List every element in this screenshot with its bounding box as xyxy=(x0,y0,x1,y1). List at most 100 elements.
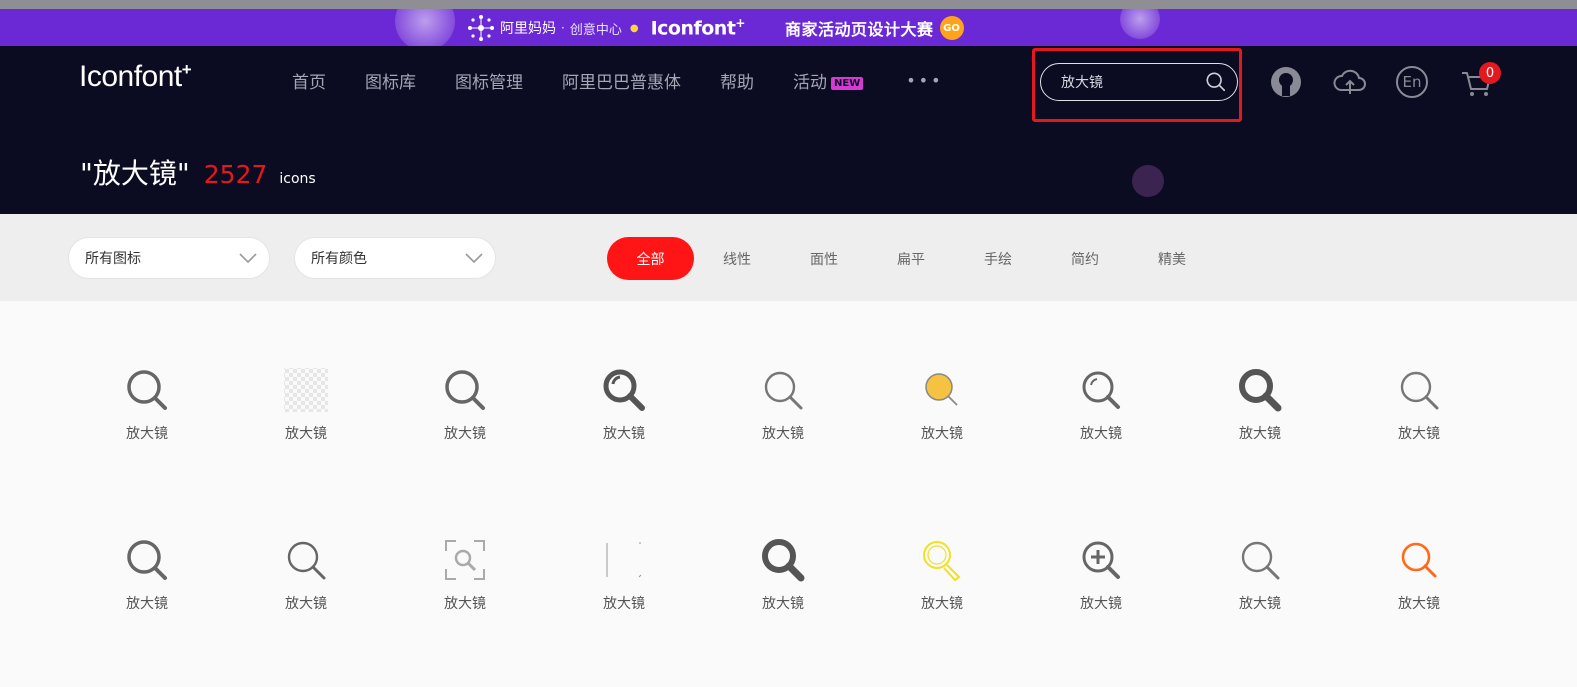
decorative-orb xyxy=(1132,165,1164,197)
banner-go-button[interactable]: GO xyxy=(939,16,964,40)
icon-card-label: 放大镜 xyxy=(1398,596,1440,612)
magnifier-icon xyxy=(284,368,328,412)
icon-card-label: 放大镜 xyxy=(762,426,804,442)
icon-card[interactable]: 放大镜 xyxy=(87,535,207,613)
banner-content: 阿里妈妈 · 创意中心 ● Iconfont+ 商家活动页设计大赛 GO xyxy=(466,13,964,43)
icon-card-label: 放大镜 xyxy=(1239,426,1281,442)
magnifier-icon xyxy=(603,369,645,411)
tab-all[interactable]: 全部 xyxy=(607,237,694,280)
icon-card[interactable]: 放大镜 xyxy=(882,535,1002,613)
iconfont-logo[interactable]: Iconfont+ xyxy=(79,60,192,94)
main-nav: 首页 图标库 图标管理 阿里巴巴普惠体 帮助 活动 NEW ••• xyxy=(292,68,944,93)
magnifier-icon xyxy=(1239,369,1282,412)
magnifier-icon xyxy=(1082,371,1120,409)
icon-card[interactable]: 放大镜 xyxy=(1359,365,1479,443)
icon-card-label: 放大镜 xyxy=(921,596,963,612)
icon-card[interactable]: 放大镜 xyxy=(723,535,843,613)
nav-icon-management[interactable]: 图标管理 xyxy=(455,68,523,93)
language-en-icon[interactable]: En xyxy=(1396,66,1428,98)
cart-count-badge: 0 xyxy=(1479,62,1501,84)
color-select[interactable]: 所有颜色 xyxy=(294,237,496,279)
tab-flat[interactable]: 扁平 xyxy=(897,237,925,280)
nav-home[interactable]: 首页 xyxy=(292,68,326,93)
tab-filled[interactable]: 面性 xyxy=(810,237,838,280)
nav-activity[interactable]: 活动 NEW xyxy=(793,68,864,93)
icon-card[interactable]: 放大镜 xyxy=(1200,535,1320,613)
chevron-down-icon xyxy=(239,253,257,264)
color-select-value: 所有颜色 xyxy=(311,251,367,267)
icon-card-label: 放大镜 xyxy=(1239,596,1281,612)
tab-handdrawn[interactable]: 手绘 xyxy=(984,237,1012,280)
filter-bar: 所有图标 所有颜色 全部 线性 面性 扁平 手绘 简约 精美 xyxy=(0,214,1577,301)
icon-card[interactable]: 放大镜 xyxy=(246,535,366,613)
banner-confetti: ● xyxy=(629,22,639,34)
icon-card[interactable]: 放大镜 xyxy=(87,365,207,443)
icon-card-label: 放大镜 xyxy=(1080,596,1122,612)
nav-help[interactable]: 帮助 xyxy=(720,68,754,93)
magnifier-icon xyxy=(764,371,803,410)
magnifier-icon xyxy=(127,370,167,410)
banner-brand: 阿里妈妈 xyxy=(500,21,556,37)
result-title: "放大镜" 2527 icons xyxy=(80,152,316,192)
icon-card[interactable]: 放大镜 xyxy=(723,365,843,443)
nav-alibaba-font[interactable]: 阿里巴巴普惠体 xyxy=(562,68,681,93)
icon-type-select[interactable]: 所有图标 xyxy=(68,237,270,279)
tab-simple[interactable]: 简约 xyxy=(1071,237,1099,280)
site-header: Iconfont+ 首页 图标库 图标管理 阿里巴巴普惠体 帮助 活动 NEW •… xyxy=(0,46,1577,214)
magnifier-icon xyxy=(1241,541,1280,580)
icon-card-label: 放大镜 xyxy=(762,596,804,612)
icon-card[interactable]: 放大镜 xyxy=(1041,535,1161,613)
icon-card-label: 放大镜 xyxy=(444,426,486,442)
magnifier-icon xyxy=(1400,371,1439,410)
icon-card[interactable]: 放大镜 xyxy=(1041,365,1161,443)
banner-campaign-title: 商家活动页设计大赛 xyxy=(784,20,934,39)
icon-card-label: 放大镜 xyxy=(126,426,168,442)
icon-card[interactable]: 放大镜 xyxy=(564,535,684,613)
promo-banner[interactable]: 阿里妈妈 · 创意中心 ● Iconfont+ 商家活动页设计大赛 GO xyxy=(0,9,1577,46)
tab-linear[interactable]: 线性 xyxy=(723,237,751,280)
icon-card-label: 放大镜 xyxy=(603,426,645,442)
tab-exquisite[interactable]: 精美 xyxy=(1158,237,1186,280)
icon-card[interactable]: 放大镜 xyxy=(405,365,525,443)
chevron-down-icon xyxy=(465,253,483,264)
window-top-strip xyxy=(0,0,1577,9)
icon-card-label: 放大镜 xyxy=(285,596,327,612)
icon-card-label: 放大镜 xyxy=(603,596,645,612)
search-icon[interactable] xyxy=(1205,71,1227,93)
icon-card[interactable]: 放大镜 xyxy=(882,365,1002,443)
banner-subtitle: 创意中心 xyxy=(569,22,622,38)
alimama-logo-icon xyxy=(468,15,494,41)
magnifier-icon xyxy=(1401,542,1437,578)
icon-card-label: 放大镜 xyxy=(285,426,327,442)
new-badge: NEW xyxy=(831,76,864,90)
banner-glow xyxy=(1120,9,1160,39)
magnifier-icon xyxy=(923,541,961,582)
magnifier-icon xyxy=(445,540,485,580)
banner-glow xyxy=(395,9,455,46)
github-icon[interactable] xyxy=(1268,64,1304,100)
icon-card-label: 放大镜 xyxy=(1080,426,1122,442)
nav-icon-library[interactable]: 图标库 xyxy=(365,68,416,93)
upload-cloud-icon[interactable] xyxy=(1332,64,1368,100)
magnifier-icon xyxy=(445,370,485,410)
icon-card[interactable]: 放大镜 xyxy=(405,535,525,613)
search-input[interactable] xyxy=(1061,74,1201,90)
result-unit: icons xyxy=(279,171,316,187)
icon-card-label: 放大镜 xyxy=(1398,426,1440,442)
icon-card-label: 放大镜 xyxy=(126,596,168,612)
icon-card[interactable]: 放大镜 xyxy=(246,365,366,443)
icon-card[interactable]: 放大镜 xyxy=(1359,535,1479,613)
icon-card[interactable]: 放大镜 xyxy=(1200,365,1320,443)
banner-separator: · xyxy=(561,21,565,35)
magnifier-icon xyxy=(287,541,326,580)
magnifier-icon xyxy=(606,542,642,578)
icon-card[interactable]: 放大镜 xyxy=(564,365,684,443)
icon-grid: 放大镜 放大镜 放大镜 放大镜 放大镜 放大镜 放大镜 放大镜 放大镜 放大镜 放大镜 放大镜 放大镜放… xyxy=(0,301,1577,687)
result-query: "放大镜" xyxy=(80,157,190,190)
icon-card-label: 放大镜 xyxy=(921,426,963,442)
search-field[interactable] xyxy=(1040,63,1238,101)
magnifier-icon xyxy=(127,540,167,580)
magnifier-icon xyxy=(1082,541,1120,579)
banner-iconfont-logo: Iconfont+ xyxy=(650,16,746,40)
nav-more-button[interactable]: ••• xyxy=(906,71,943,90)
